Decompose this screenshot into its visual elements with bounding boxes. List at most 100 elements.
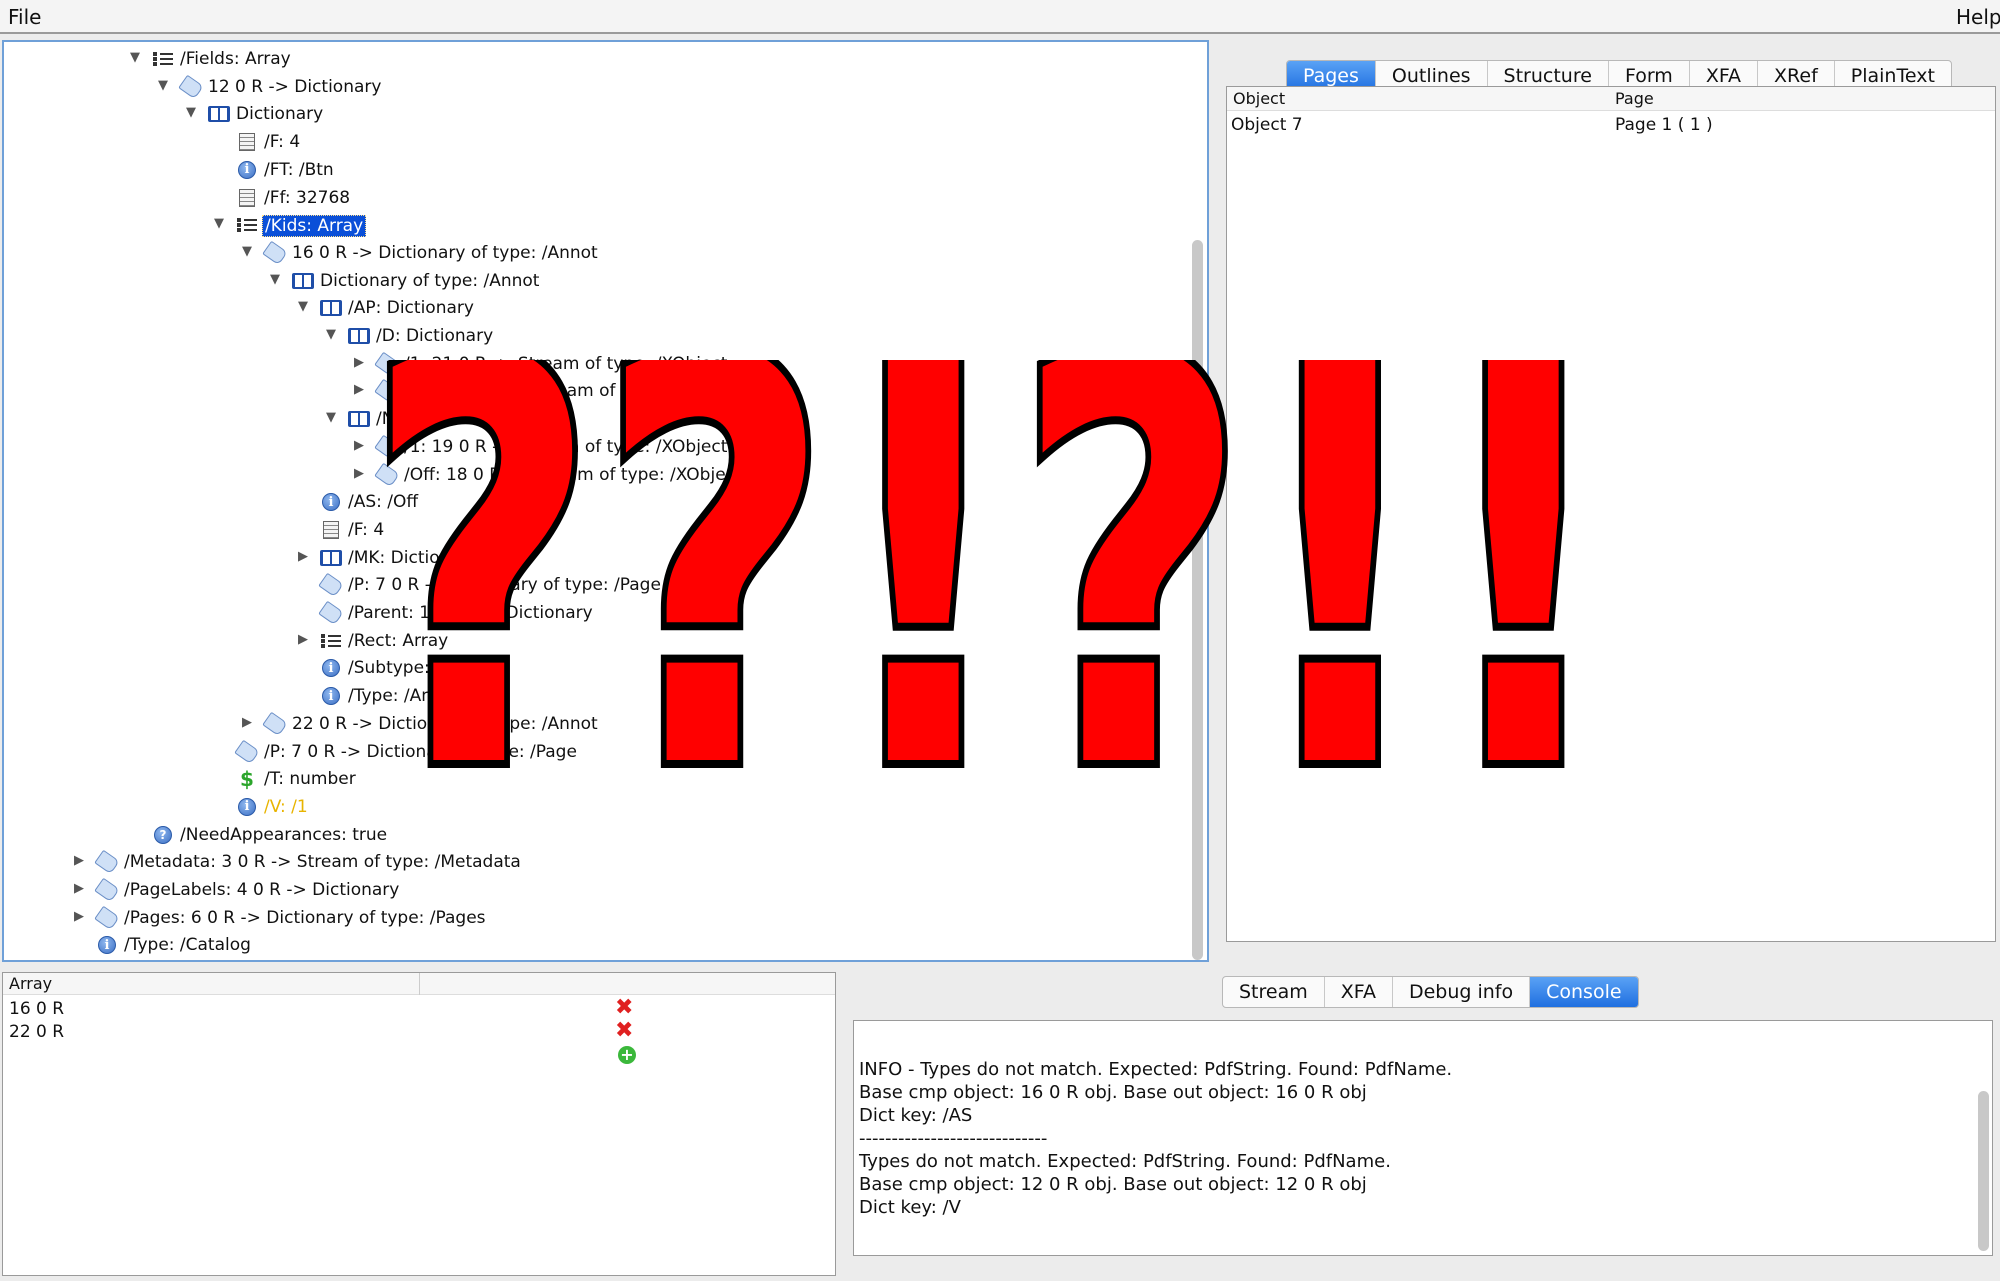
expand-right-icon[interactable]: ▶: [298, 549, 314, 564]
tree-row[interactable]: /Parent: 12 0 R -> Dictionary: [4, 600, 1184, 627]
column-header-object[interactable]: Object: [1233, 89, 1285, 108]
info-icon: i: [320, 491, 342, 513]
tree-row[interactable]: /P: 7 0 R -> Dictionary of type: /Page: [4, 573, 1184, 599]
table-cell-object[interactable]: Object 7: [1231, 115, 1303, 135]
pages-table: Object Page Object 7 Page 1 ( 1 ): [1226, 86, 1996, 942]
tree-row[interactable]: ▼ /N: Dictionary: [4, 407, 1184, 433]
tag-icon: [94, 877, 120, 903]
tree-row[interactable]: ▶ /Off: 20 0 R -> Stream of type: /XObjec…: [4, 379, 1184, 405]
tab-stream[interactable]: Stream: [1223, 977, 1325, 1007]
tree-row[interactable]: ▼ /Kids: Array: [4, 213, 1184, 239]
tree-row-label: /AP: Dictionary: [348, 298, 474, 319]
menu-file[interactable]: File: [8, 5, 41, 29]
book-icon: [292, 270, 314, 292]
remove-icon[interactable]: ✖: [615, 1020, 633, 1042]
array-header-label[interactable]: Array: [9, 974, 52, 993]
info-icon: i: [320, 657, 342, 679]
remove-icon[interactable]: ✖: [615, 997, 633, 1019]
console-tabs: Stream XFA Debug info Console: [1222, 976, 1639, 1008]
add-icon[interactable]: +: [618, 1046, 636, 1064]
pages-table-header: [1227, 87, 1995, 111]
tree-row[interactable]: ▶ /PageLabels: 4 0 R -> Dictionary: [4, 877, 1184, 904]
expand-down-icon[interactable]: ▼: [242, 244, 258, 259]
tree-row-label: /Parent: 12 0 R -> Dictionary: [348, 603, 593, 623]
tree-row[interactable]: ▼ /AP: Dictionary: [4, 296, 1184, 322]
array-item[interactable]: 22 0 R: [9, 1022, 64, 1042]
object-tree[interactable]: ▼ /Fields: Array ▼ 12 0 R -> Dictionary ▼ Dic…: [2, 40, 1209, 962]
tree-row[interactable]: ▶ 22 0 R -> Dictionary of type: /Annot: [4, 711, 1184, 738]
expand-right-icon[interactable]: ▶: [354, 382, 370, 397]
tree-row[interactable]: i/V: /1: [4, 795, 1184, 821]
expand-down-icon[interactable]: ▼: [214, 216, 230, 231]
tree-row[interactable]: ▶ /1: 21 0 R -> Stream of type: /XObject: [4, 351, 1184, 378]
tree-row[interactable]: i/AS: /Off: [4, 490, 1184, 516]
info-icon: i: [320, 685, 342, 707]
array-item[interactable]: 16 0 R: [9, 999, 64, 1019]
tag-icon: [178, 74, 204, 99]
expand-right-icon[interactable]: ▶: [298, 632, 314, 647]
tree-row[interactable]: ▶ /Pages: 6 0 R -> Dictionary of type: /P…: [4, 905, 1184, 932]
tab-console[interactable]: Console: [1530, 977, 1638, 1007]
tree-row-label: /Fields: Array: [180, 49, 291, 69]
tag-icon: [318, 600, 344, 626]
tag-icon: [94, 850, 120, 875]
tree-row[interactable]: ▶ /Rect: Array: [4, 629, 1184, 655]
column-header-page[interactable]: Page: [1615, 89, 1654, 108]
tree-row[interactable]: ? /NeedAppearances: true: [4, 823, 1184, 849]
tree-row[interactable]: /F: 4: [4, 518, 1184, 544]
expand-right-icon[interactable]: ▶: [74, 881, 90, 896]
tab-debug-info[interactable]: Debug info: [1393, 977, 1531, 1007]
tree-row[interactable]: ▼ /D: Dictionary: [4, 324, 1184, 350]
tree-row[interactable]: ▶ /1: 19 0 R -> Stream of type: /XObject: [4, 434, 1184, 461]
tree-row[interactable]: i/Type: /Annot: [4, 684, 1184, 710]
tree-row[interactable]: ▼ Dictionary of type: /Annot: [4, 269, 1184, 295]
array-header: Array: [3, 973, 835, 995]
expand-right-icon[interactable]: ▶: [74, 853, 90, 868]
console-panel: Stream XFA Debug info Console INFO - Typ…: [850, 972, 1998, 1276]
expand-down-icon[interactable]: ▼: [158, 78, 174, 93]
tree-row[interactable]: ▼ Dictionary: [4, 102, 1184, 128]
console-line: Dict key: /AS: [859, 1105, 973, 1126]
tree-row-label: /T: number: [264, 769, 356, 790]
tree-row[interactable]: /Ff: 32768: [4, 186, 1184, 212]
tree-row-label: /Off: 20 0 R -> Stream of type: /XObject: [404, 381, 742, 402]
tree-row[interactable]: ▼ 16 0 R -> Dictionary of type: /Annot: [4, 240, 1184, 267]
tree-row-label: 22 0 R -> Dictionary of type: /Annot: [292, 713, 598, 734]
tree-row[interactable]: /P: 7 0 R -> Dictionary of type: /Page: [4, 739, 1184, 766]
tree-row[interactable]: ▶ /MK: Dictionary: [4, 546, 1184, 572]
expand-right-icon[interactable]: ▶: [354, 355, 370, 370]
tree-row-label: /1: 21 0 R -> Stream of type: /XObject: [404, 353, 728, 374]
tree-row-label: 12 0 R -> Dictionary: [208, 76, 382, 97]
expand-right-icon[interactable]: ▶: [242, 715, 258, 730]
menu-help[interactable]: Help: [1956, 5, 2000, 29]
tree-row[interactable]: i/Type: /Catalog: [4, 933, 1184, 959]
array-icon: [236, 214, 258, 236]
tree-row[interactable]: i/Subtype: /Widget: [4, 656, 1184, 682]
expand-down-icon[interactable]: ▼: [326, 327, 342, 342]
tree-row-label: Dictionary: [236, 104, 324, 125]
console-line: Types do not match. Expected: PdfString.…: [859, 1151, 1391, 1172]
tree-row-label: /MK: Dictionary: [348, 547, 478, 568]
tag-icon: [262, 240, 288, 266]
expand-down-icon[interactable]: ▼: [270, 272, 286, 287]
console-scrollbar[interactable]: [1978, 1091, 1989, 1251]
expand-down-icon[interactable]: ▼: [130, 50, 146, 65]
tree-row[interactable]: $ /T: number: [4, 767, 1184, 793]
tab-xfa-bottom[interactable]: XFA: [1325, 977, 1393, 1007]
tree-row[interactable]: ▼ /Fields: Array: [4, 47, 1184, 73]
tree-row[interactable]: ▼ 12 0 R -> Dictionary: [4, 74, 1184, 101]
tree-row[interactable]: /F: 4: [4, 130, 1184, 156]
tree-row[interactable]: ▶ /Off: 18 0 R -> Stream of type: /XObjec…: [4, 462, 1184, 489]
table-cell-page[interactable]: Page 1 ( 1 ): [1615, 115, 1713, 135]
expand-down-icon[interactable]: ▼: [186, 105, 202, 120]
expand-down-icon[interactable]: ▼: [298, 299, 314, 314]
expand-right-icon[interactable]: ▶: [74, 909, 90, 924]
console-output[interactable]: INFO - Types do not match. Expected: Pdf…: [853, 1020, 1993, 1256]
tree-row[interactable]: ▶ /Metadata: 3 0 R -> Stream of type: /Me…: [4, 850, 1184, 876]
tree-row-label: /NeedAppearances: true: [180, 824, 388, 845]
expand-right-icon[interactable]: ▶: [354, 438, 370, 453]
tree-scrollbar[interactable]: [1192, 240, 1203, 960]
expand-down-icon[interactable]: ▼: [326, 410, 342, 425]
expand-right-icon[interactable]: ▶: [354, 466, 370, 481]
tree-row[interactable]: i/FT: /Btn: [4, 158, 1184, 184]
